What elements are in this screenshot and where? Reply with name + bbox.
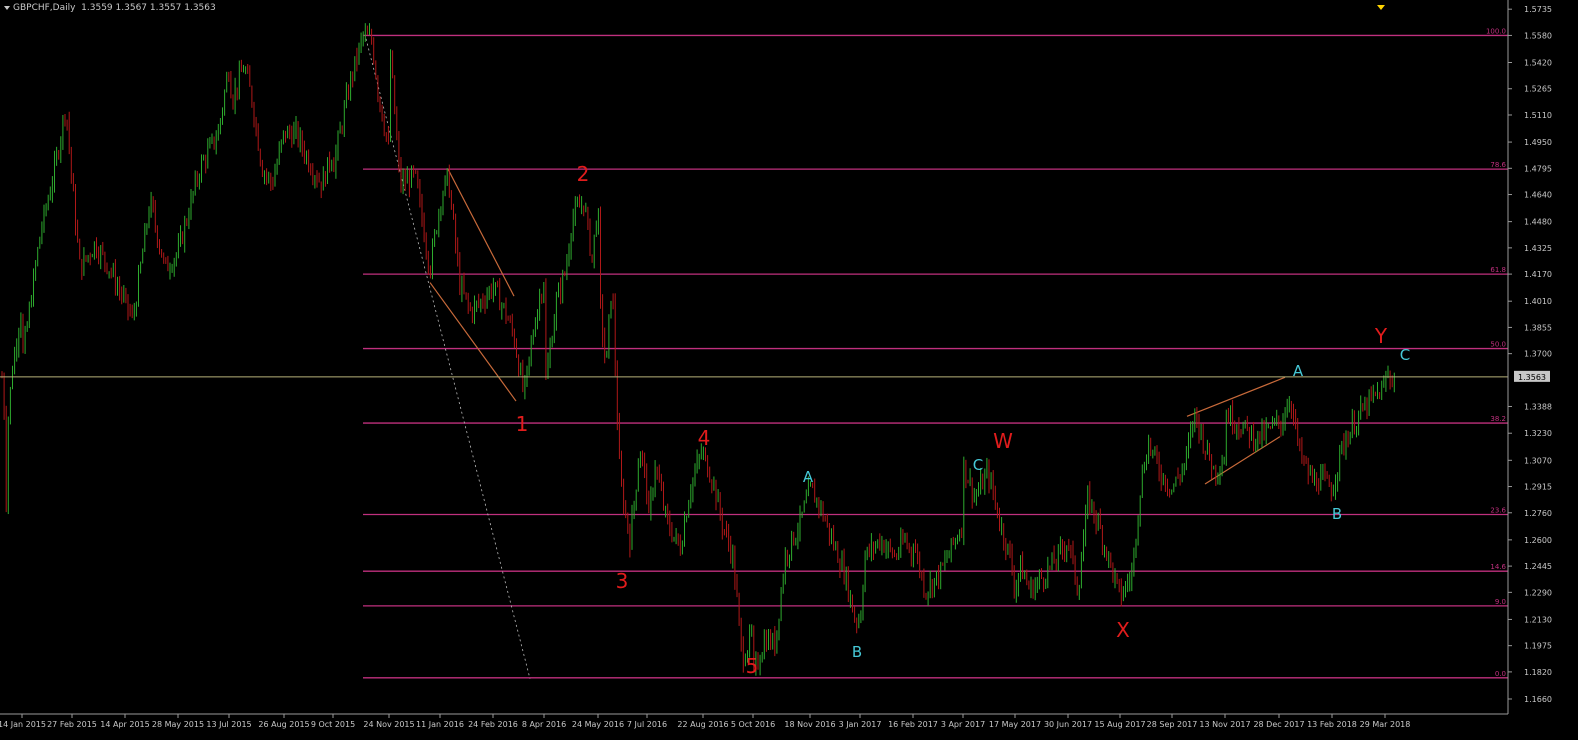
y-tick-label: 1.5110	[1524, 111, 1552, 120]
x-tick-label: 28 May 2015	[152, 720, 204, 729]
y-tick-label: 1.1820	[1524, 668, 1552, 677]
x-tick-label: 13 Feb 2018	[1307, 720, 1357, 729]
wave-label: B	[852, 643, 862, 661]
wave-label: 1	[516, 412, 529, 436]
x-tick-label: 26 Aug 2015	[258, 720, 309, 729]
ohlc-readout: 1.3559 1.3567 1.3557 1.3563	[81, 3, 216, 13]
y-tick-label: 1.3388	[1524, 402, 1552, 411]
chart-title: GBPCHF,Daily 1.3559 1.3567 1.3557 1.3563	[4, 3, 216, 13]
y-tick-label: 1.5735	[1524, 5, 1552, 14]
y-tick-label: 1.4640	[1524, 191, 1552, 200]
fib-label: 23.6	[1490, 506, 1506, 514]
y-tick-label: 1.4795	[1524, 164, 1552, 173]
y-tick-label: 1.2600	[1524, 536, 1552, 545]
y-tick-label: 1.3230	[1524, 429, 1552, 438]
x-tick-label: 14 Apr 2015	[100, 720, 149, 729]
x-tick-label: 24 May 2016	[572, 720, 624, 729]
wave-label: 3	[616, 569, 629, 593]
y-tick-label: 1.3855	[1524, 323, 1552, 332]
fib-label: 100.0	[1486, 27, 1506, 35]
x-tick-label: 9 Oct 2015	[311, 720, 355, 729]
wedge-line-upper	[1186, 376, 1286, 417]
wave-label: 4	[698, 426, 711, 450]
y-tick-label: 1.4170	[1524, 270, 1552, 279]
y-tick-label: 1.2130	[1524, 615, 1552, 624]
y-tick-label: 1.3070	[1524, 456, 1552, 465]
y-tick-label: 1.4010	[1524, 297, 1552, 306]
x-tick-label: 17 May 2017	[989, 720, 1041, 729]
y-tick-label: 1.3700	[1524, 350, 1552, 359]
wave-labels: 1 2 3 4 5 W X Y A B C A B C	[516, 162, 1411, 678]
symbol-label: GBPCHF,Daily	[13, 3, 76, 13]
channel-line-upper	[447, 168, 515, 297]
y-tick-label: 1.5580	[1524, 31, 1552, 40]
x-tick-label: 24 Feb 2016	[468, 720, 518, 729]
wave-label: 2	[577, 162, 590, 186]
fib-label: 14.6	[1490, 563, 1506, 571]
x-tick-label: 16 Feb 2017	[888, 720, 938, 729]
x-tick-label: 27 Feb 2015	[47, 720, 97, 729]
chart-root: GBPCHF,Daily 1.3559 1.3567 1.3557 1.3563…	[0, 0, 1578, 736]
x-tick-label: 22 Aug 2016	[677, 720, 728, 729]
fib-label: 61.8	[1490, 266, 1506, 274]
y-tick-label: 1.4325	[1524, 244, 1552, 253]
fib-label: 78.6	[1490, 161, 1506, 169]
x-tick-label: 13 Jul 2015	[206, 720, 251, 729]
fib-label: 38.2	[1490, 415, 1506, 423]
x-tick-label: 13 Nov 2017	[1199, 720, 1250, 729]
shift-marker-icon	[1377, 5, 1385, 10]
x-tick-label: 30 Jun 2017	[1044, 720, 1092, 729]
x-tick-label: 3 Jan 2017	[839, 720, 882, 729]
fib-levels: 100.0 78.6 61.8 50.0 38.2 23.6 14.6 9.0 0.0	[363, 27, 1508, 679]
channel-line-lower	[429, 282, 517, 402]
y-tick-label: 1.2760	[1524, 509, 1552, 518]
x-tick-label: 8 Apr 2016	[522, 720, 566, 729]
x-tick-label: 15 Aug 2017	[1094, 720, 1145, 729]
fib-label: 50.0	[1490, 341, 1506, 349]
y-tick-label: 1.4950	[1524, 138, 1552, 147]
x-tick-label: 28 Dec 2017	[1253, 720, 1304, 729]
wave-label: A	[803, 468, 814, 486]
x-tick-label: 24 Nov 2015	[363, 720, 414, 729]
candles	[1, 23, 1395, 676]
current-price-label: 1.3563	[1518, 373, 1546, 382]
y-tick-label: 1.1975	[1524, 642, 1552, 651]
wave-label: W	[993, 429, 1013, 453]
fib-label: 9.0	[1495, 598, 1506, 606]
x-tick-label: 11 Jan 2016	[416, 720, 464, 729]
wave-label: B	[1332, 505, 1342, 523]
x-tick-label: 5 Oct 2016	[731, 720, 775, 729]
y-tick-label: 1.5265	[1524, 85, 1552, 94]
y-tick-label: 1.2915	[1524, 483, 1552, 492]
y-tick-label: 1.1660	[1524, 695, 1552, 704]
x-tick-label: 18 Nov 2016	[784, 720, 835, 729]
y-tick-label: 1.2290	[1524, 588, 1552, 597]
x-tick-label: 29 Mar 2018	[1360, 720, 1411, 729]
trendlines	[365, 38, 1286, 679]
wave-label: A	[1293, 362, 1304, 380]
wave-label: Y	[1374, 324, 1388, 348]
wave-label: C	[973, 456, 983, 474]
wave-label: C	[1400, 346, 1410, 364]
y-tick-label: 1.4480	[1524, 218, 1552, 227]
fib-label: 0.0	[1495, 670, 1506, 678]
x-tick-label: 7 Jul 2016	[627, 720, 667, 729]
x-tick-label: 3 Apr 2017	[941, 720, 985, 729]
y-tick-label: 1.2445	[1524, 562, 1552, 571]
x-tick-label: 28 Sep 2017	[1147, 720, 1198, 729]
price-chart[interactable]: 100.0 78.6 61.8 50.0 38.2 23.6 14.6 9.0 0.0 1 2 3 4…	[0, 0, 1578, 736]
dropdown-triangle-icon[interactable]	[4, 5, 10, 10]
x-tick-label: 14 Jan 2015	[0, 720, 46, 729]
y-tick-label: 1.5420	[1524, 59, 1552, 68]
wave-label: 5	[746, 654, 759, 678]
wave-label: X	[1116, 618, 1130, 642]
